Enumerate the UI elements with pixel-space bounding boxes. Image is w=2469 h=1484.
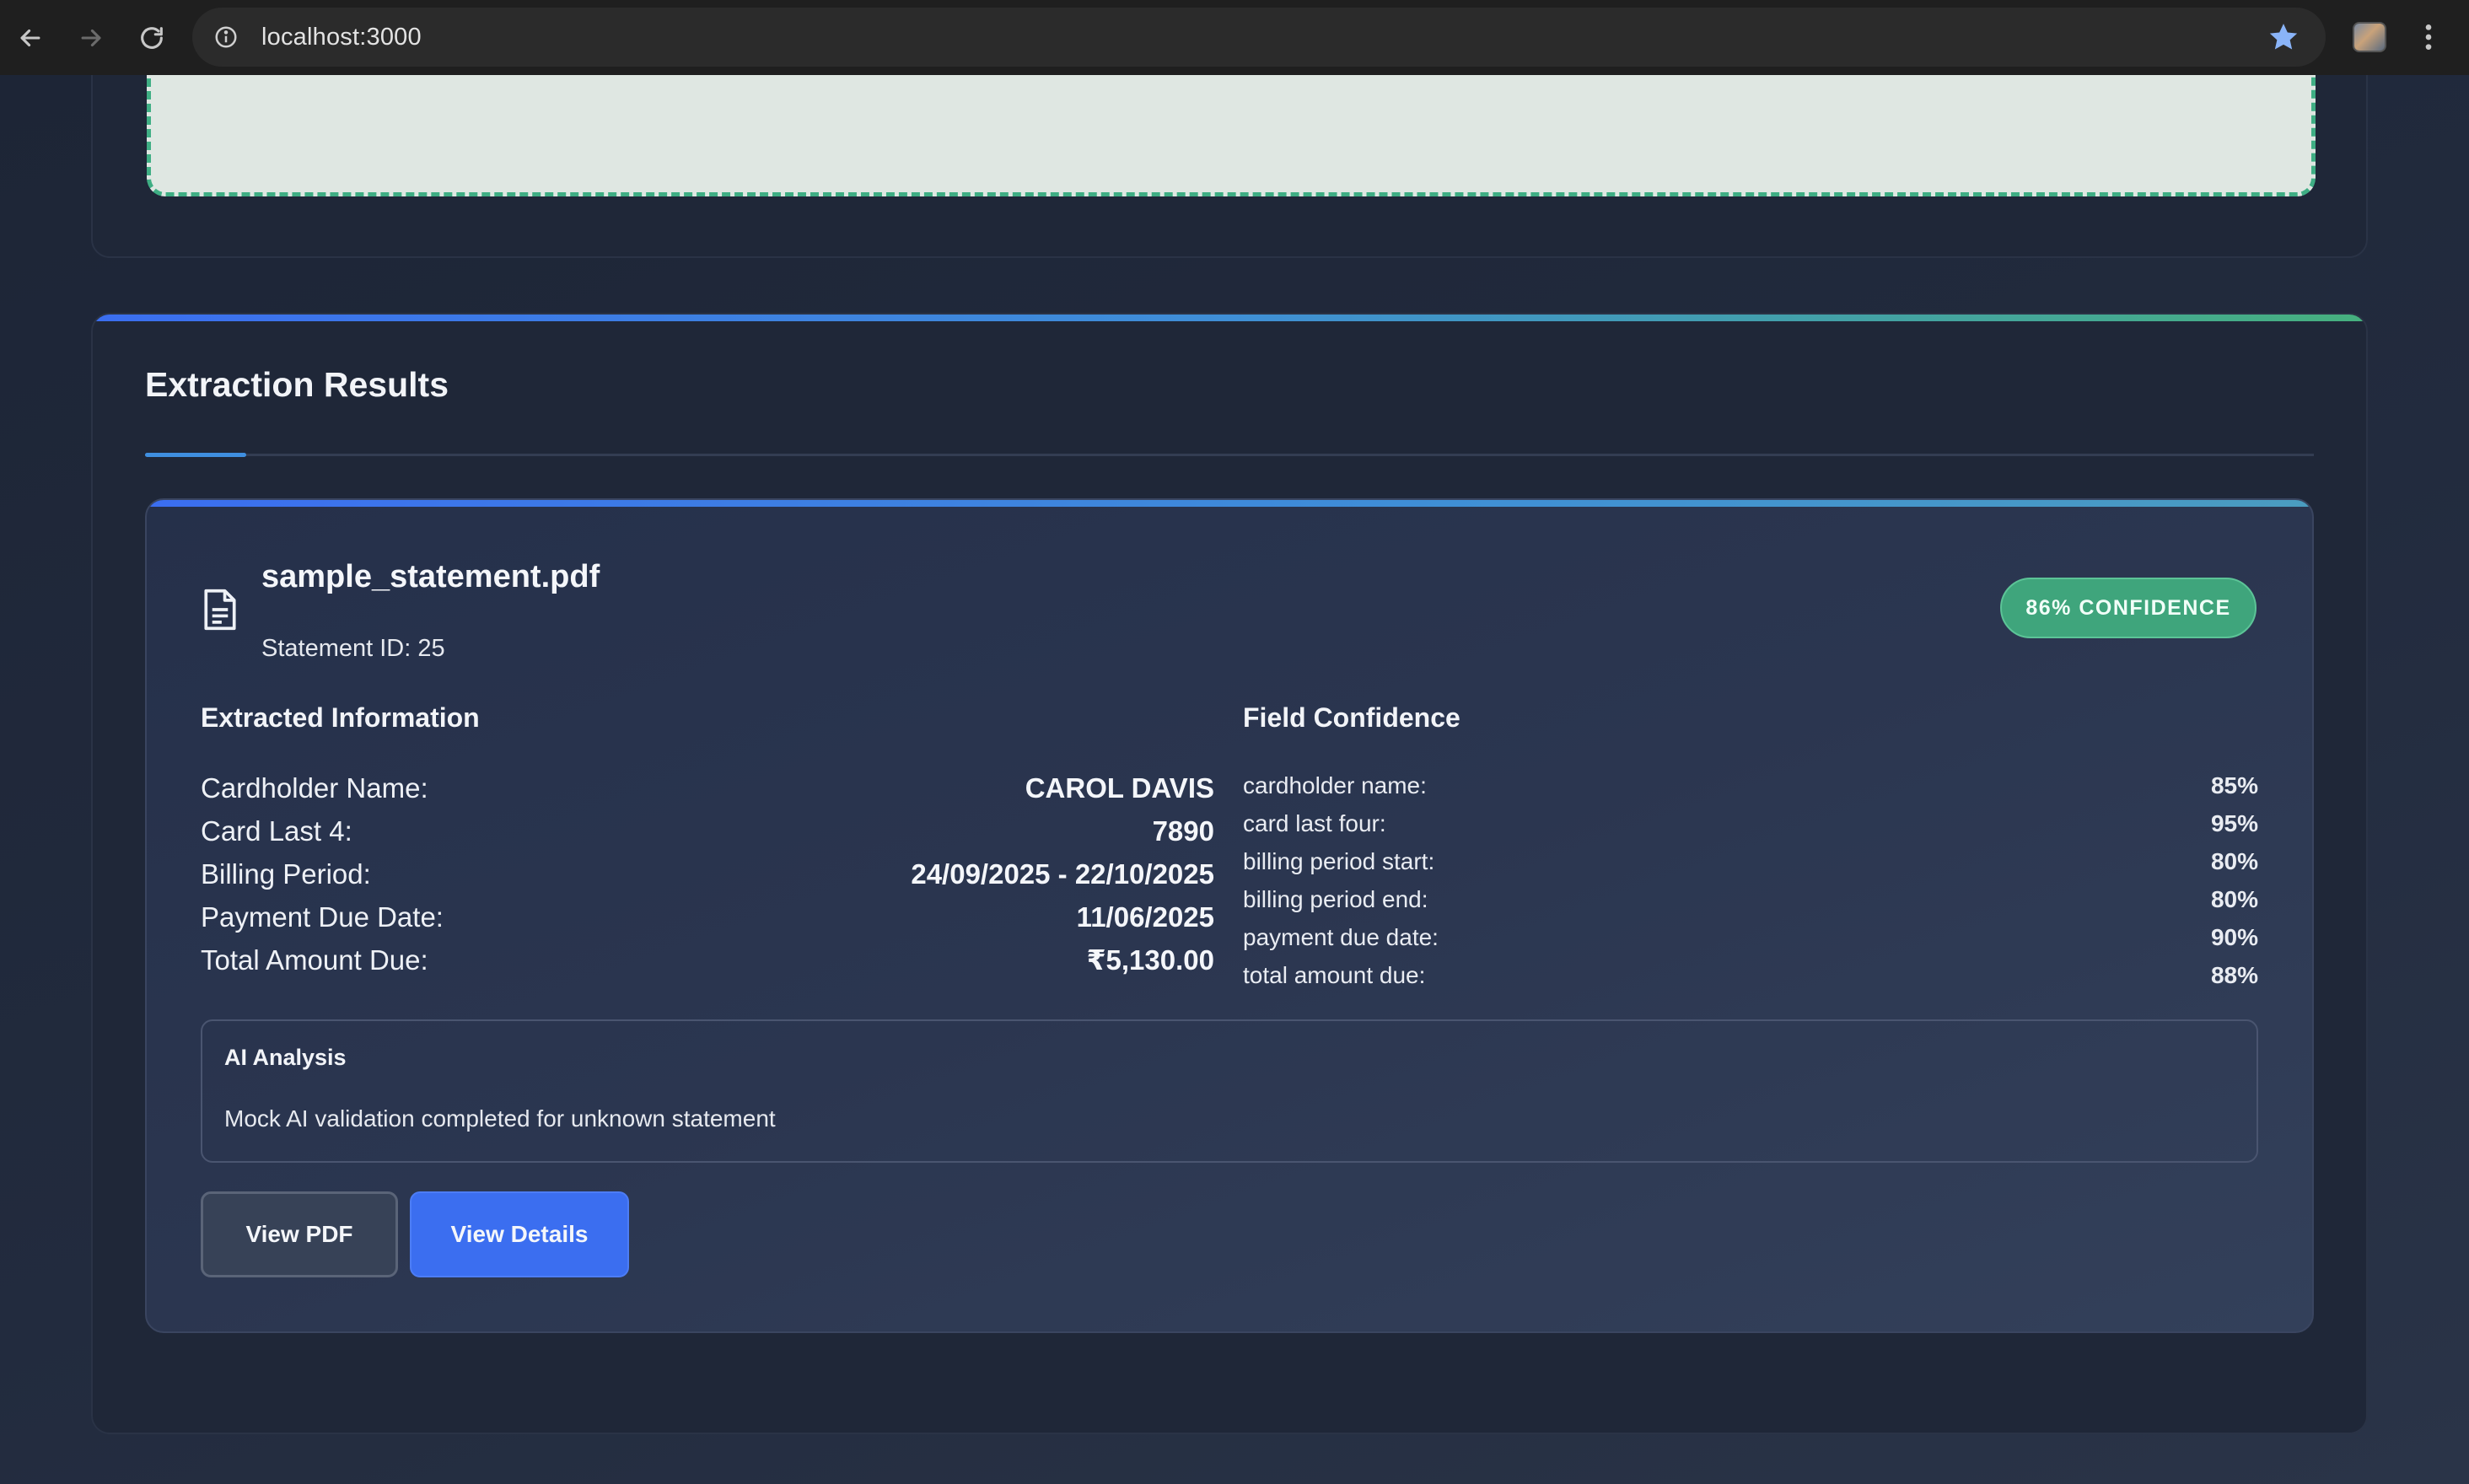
title-divider-accent xyxy=(145,453,246,457)
bookmark-star-icon[interactable] xyxy=(2267,20,2300,54)
field-value: ₹5,130.00 xyxy=(1086,944,1214,976)
upload-dropzone[interactable] xyxy=(147,75,2316,196)
field-value: 11/06/2025 xyxy=(1076,901,1214,933)
field-label: Card Last 4: xyxy=(201,815,352,847)
confidence-row-cardholder-name: cardholder name: 85% xyxy=(1243,766,2258,804)
back-icon[interactable] xyxy=(0,0,61,75)
view-pdf-button[interactable]: View PDF xyxy=(201,1191,398,1277)
profile-avatar[interactable] xyxy=(2353,22,2386,52)
field-label: Total Amount Due: xyxy=(201,944,428,976)
extracted-info-heading: Extracted Information xyxy=(201,702,480,733)
field-label: Payment Due Date: xyxy=(201,901,444,933)
confidence-value: 85% xyxy=(2210,772,2258,798)
confidence-value: 90% xyxy=(2210,923,2258,950)
confidence-label: billing period end: xyxy=(1243,885,1428,912)
field-row-card-last-4: Card Last 4: 7890 xyxy=(201,809,1214,852)
confidence-label: payment due date: xyxy=(1243,923,1439,950)
confidence-value: 80% xyxy=(2210,847,2258,874)
confidence-row-card-last-four: card last four: 95% xyxy=(1243,804,2258,842)
confidence-value: 88% xyxy=(2210,961,2258,988)
confidence-label: cardholder name: xyxy=(1243,772,1427,798)
field-confidence-heading: Field Confidence xyxy=(1243,702,1460,733)
document-icon xyxy=(201,588,239,632)
field-row-cardholder-name: Cardholder Name: CAROL DAVIS xyxy=(201,766,1214,809)
address-bar[interactable]: localhost:3000 xyxy=(192,8,2326,67)
field-value: 7890 xyxy=(1152,815,1214,847)
confidence-label: total amount due: xyxy=(1243,961,1426,988)
extraction-results-panel: Extraction Results sample_statement.pdf … xyxy=(91,313,2368,1434)
ai-analysis-title: AI Analysis xyxy=(224,1045,347,1070)
panel-accent-bar xyxy=(93,315,2366,321)
confidence-row-payment-due-date: payment due date: 90% xyxy=(1243,918,2258,956)
page-content: Extraction Results sample_statement.pdf … xyxy=(0,75,2469,1484)
field-value: CAROL DAVIS xyxy=(1025,772,1214,804)
title-divider xyxy=(145,454,2314,456)
section-title: Extraction Results xyxy=(145,365,449,404)
field-label: Cardholder Name: xyxy=(201,772,428,804)
upload-panel xyxy=(91,75,2368,258)
browser-menu-icon[interactable] xyxy=(2412,20,2445,54)
ai-analysis-box: AI Analysis Mock AI validation completed… xyxy=(201,1019,2258,1163)
confidence-row-total-amount-due: total amount due: 88% xyxy=(1243,956,2258,994)
confidence-label: billing period start: xyxy=(1243,847,1435,874)
confidence-label: card last four: xyxy=(1243,809,1386,836)
site-info-icon[interactable] xyxy=(209,20,243,54)
field-row-billing-period: Billing Period: 24/09/2025 - 22/10/2025 xyxy=(201,852,1214,895)
field-row-total-amount-due: Total Amount Due: ₹5,130.00 xyxy=(201,938,1214,981)
forward-icon[interactable] xyxy=(61,0,121,75)
statement-id: Statement ID: 25 xyxy=(261,635,445,662)
card-accent-bar xyxy=(147,500,2312,507)
field-label: Billing Period: xyxy=(201,858,371,890)
confidence-row-billing-period-end: billing period end: 80% xyxy=(1243,880,2258,918)
reload-icon[interactable] xyxy=(121,0,182,75)
confidence-value: 95% xyxy=(2210,809,2258,836)
ai-analysis-text: Mock AI validation completed for unknown… xyxy=(224,1105,776,1132)
confidence-row-billing-period-start: billing period start: 80% xyxy=(1243,842,2258,880)
view-details-button[interactable]: View Details xyxy=(410,1191,629,1277)
confidence-value: 80% xyxy=(2210,885,2258,912)
field-value: 24/09/2025 - 22/10/2025 xyxy=(911,858,1214,890)
url-text[interactable]: localhost:3000 xyxy=(261,24,422,51)
browser-toolbar: localhost:3000 xyxy=(0,0,2469,75)
file-name: sample_statement.pdf xyxy=(261,559,600,594)
confidence-badge: 86% CONFIDENCE xyxy=(2000,578,2257,638)
statement-card: sample_statement.pdf Statement ID: 25 86… xyxy=(145,498,2314,1333)
field-row-payment-due-date: Payment Due Date: 11/06/2025 xyxy=(201,895,1214,938)
